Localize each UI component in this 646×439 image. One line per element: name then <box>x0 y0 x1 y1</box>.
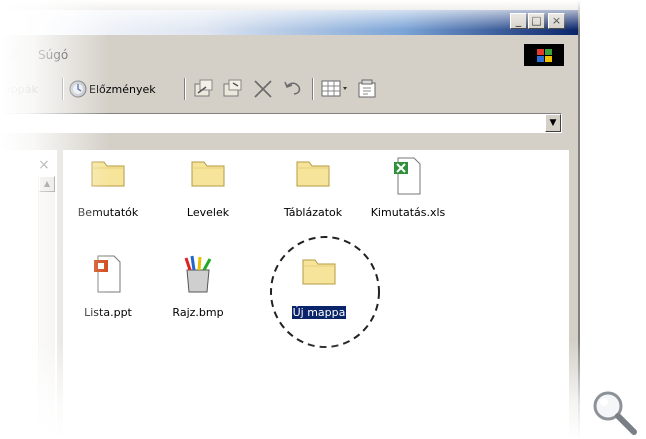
file-label: Lista.ppt <box>84 306 132 319</box>
minimize-button[interactable]: _ <box>510 13 527 29</box>
file-item-lista[interactable]: Lista.ppt <box>63 254 153 319</box>
copy-to-icon[interactable] <box>222 78 244 100</box>
properties-icon[interactable] <box>356 78 378 100</box>
undo-icon[interactable] <box>282 78 304 100</box>
toolbar-separator <box>312 78 314 100</box>
history-label: Előzmények <box>89 83 156 96</box>
excel-file-icon <box>394 157 421 195</box>
toolbar-separator <box>62 78 64 100</box>
file-label: Levelek <box>186 206 230 219</box>
close-button[interactable]: × <box>548 13 565 29</box>
folders-pane: × ▲ <box>0 150 57 439</box>
menu-item-help[interactable]: Súgó <box>38 48 68 62</box>
close-pane-icon[interactable]: × <box>38 157 50 173</box>
folder-icon <box>302 259 336 285</box>
chevron-down-icon: ▼ <box>549 118 557 128</box>
scroll-up-button[interactable]: ▲ <box>39 176 55 192</box>
move-to-icon[interactable] <box>193 78 215 100</box>
folder-icon <box>91 161 125 187</box>
views-icon[interactable] <box>320 78 350 100</box>
file-list: Bemutatók Levelek Táblázatok Kimutatás.x… <box>63 150 569 439</box>
paint-bitmap-icon <box>184 255 212 293</box>
history-icon <box>69 80 87 98</box>
folder-icon <box>191 161 225 187</box>
file-item-bemutatok[interactable]: Bemutatók <box>63 156 153 219</box>
file-label: Rajz.bmp <box>172 306 224 319</box>
file-item-tablazatok[interactable]: Táblázatok <box>268 156 358 219</box>
file-label: Bemutatók <box>77 206 139 219</box>
toolbar: appák Előzmények <box>0 72 578 106</box>
menu-item-partial[interactable]: ok <box>6 48 20 62</box>
address-dropdown-button[interactable]: ▼ <box>545 114 561 132</box>
file-label: Táblázatok <box>283 206 343 219</box>
menu-bar: ok Súgó <box>0 42 578 68</box>
file-item-uj-mappa[interactable]: Új mappa <box>274 254 364 320</box>
file-item-kimutatas[interactable]: Kimutatás.xls <box>363 156 453 219</box>
powerpoint-file-icon <box>94 255 121 293</box>
folders-button[interactable]: appák <box>4 83 38 96</box>
title-bar[interactable]: _ □ × <box>0 10 578 35</box>
delete-icon[interactable] <box>252 78 274 100</box>
folder-icon <box>296 161 330 187</box>
magnifier-icon[interactable] <box>590 388 640 436</box>
scrollbar[interactable]: ▲ <box>38 176 55 439</box>
file-item-levelek[interactable]: Levelek <box>163 156 253 219</box>
file-item-rajz[interactable]: Rajz.bmp <box>153 254 243 319</box>
toolbar-separator <box>184 78 186 100</box>
chevron-up-icon: ▲ <box>43 179 51 188</box>
file-label: Kimutatás.xls <box>370 206 446 219</box>
windows-logo-icon <box>524 44 564 66</box>
rename-field[interactable]: Új mappa <box>290 305 348 320</box>
address-bar[interactable]: ▼ <box>0 113 562 133</box>
maximize-button[interactable]: □ <box>528 13 545 29</box>
explorer-window: _ □ × ok Súgó appák Előzmények ▼ × ▲ Bem… <box>0 0 580 439</box>
